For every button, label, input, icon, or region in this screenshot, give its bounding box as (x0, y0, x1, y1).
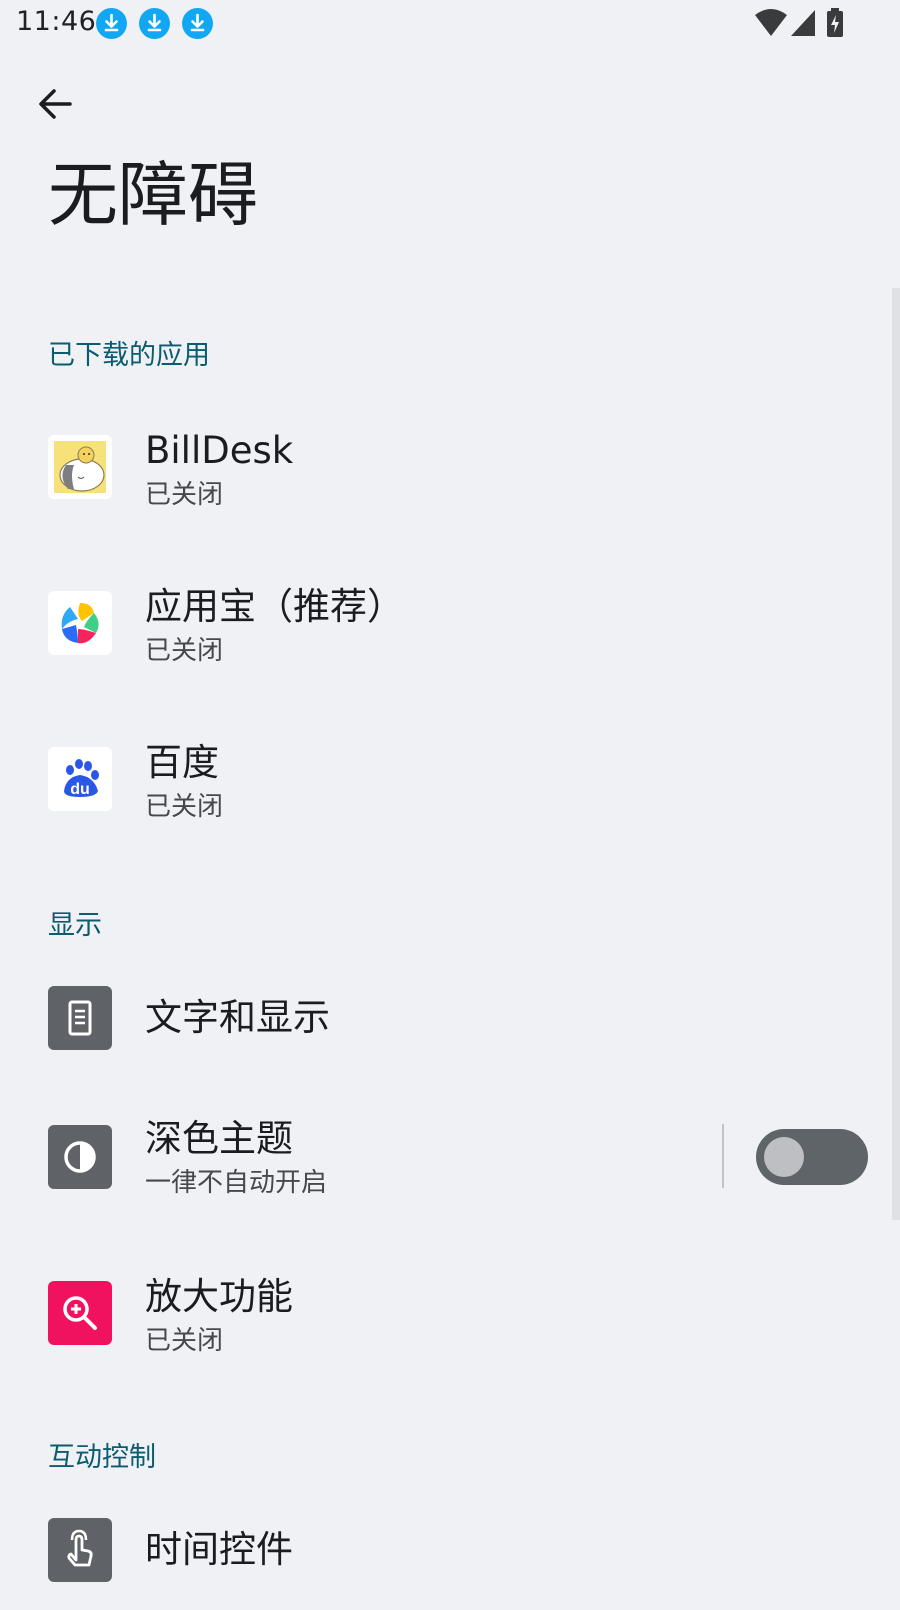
dark-theme-toggle[interactable] (756, 1129, 868, 1185)
list-item-title: BillDesk (145, 429, 294, 472)
list-item-subtitle: 已关闭 (145, 480, 224, 510)
section-header-interaction-control: 互动控制 (48, 1442, 156, 1473)
list-item-billdesk[interactable]: BillDesk 已关闭 (0, 408, 870, 528)
baidu-app-icon: du (48, 747, 112, 811)
list-item-title: 放大功能 (145, 1275, 293, 1318)
download-icon (139, 8, 170, 39)
touch-timing-icon (48, 1518, 112, 1582)
list-item-title: 深色主题 (145, 1117, 293, 1160)
billdesk-app-icon (48, 435, 112, 499)
list-item-title: 时间控件 (145, 1528, 293, 1571)
battery-charging-icon (826, 8, 844, 42)
wifi-icon (754, 8, 788, 42)
scrollbar[interactable] (892, 288, 900, 1220)
status-time: 11:46 (16, 6, 97, 37)
download-icon (182, 8, 213, 39)
list-item-title: 文字和显示 (145, 996, 330, 1039)
list-item-subtitle: 已关闭 (145, 636, 224, 666)
status-bar: 11:46 (0, 0, 900, 48)
toggle-knob (764, 1137, 804, 1177)
text-display-icon (48, 986, 112, 1050)
toggle-divider (722, 1124, 724, 1188)
list-item-dark-theme[interactable]: 深色主题 一律不自动开启 (0, 1098, 870, 1218)
page-title: 无障碍 (48, 154, 258, 236)
cellular-signal-icon (790, 8, 816, 42)
list-item-timing-controls[interactable]: 时间控件 (0, 1490, 870, 1610)
arrow-back-icon (30, 89, 82, 134)
download-icon (96, 8, 127, 39)
svg-text:du: du (70, 781, 90, 798)
list-item-baidu[interactable]: du 百度 已关闭 (0, 720, 870, 840)
magnification-icon (48, 1281, 112, 1345)
list-item-subtitle: 已关闭 (145, 1326, 224, 1356)
list-item-title: 应用宝（推荐） (145, 585, 404, 628)
list-item-text-and-display[interactable]: 文字和显示 (0, 958, 870, 1078)
back-button[interactable] (30, 78, 82, 130)
section-header-display: 显示 (48, 910, 102, 941)
section-header-downloaded-apps: 已下载的应用 (48, 340, 210, 371)
list-item-subtitle: 已关闭 (145, 792, 224, 822)
list-item-magnification[interactable]: 放大功能 已关闭 (0, 1254, 870, 1374)
yingyongbao-app-icon (48, 591, 112, 655)
list-item-yingyongbao[interactable]: 应用宝（推荐） 已关闭 (0, 564, 870, 684)
list-item-title: 百度 (145, 741, 219, 784)
list-item-subtitle: 一律不自动开启 (145, 1168, 328, 1198)
dark-theme-icon (48, 1125, 112, 1189)
